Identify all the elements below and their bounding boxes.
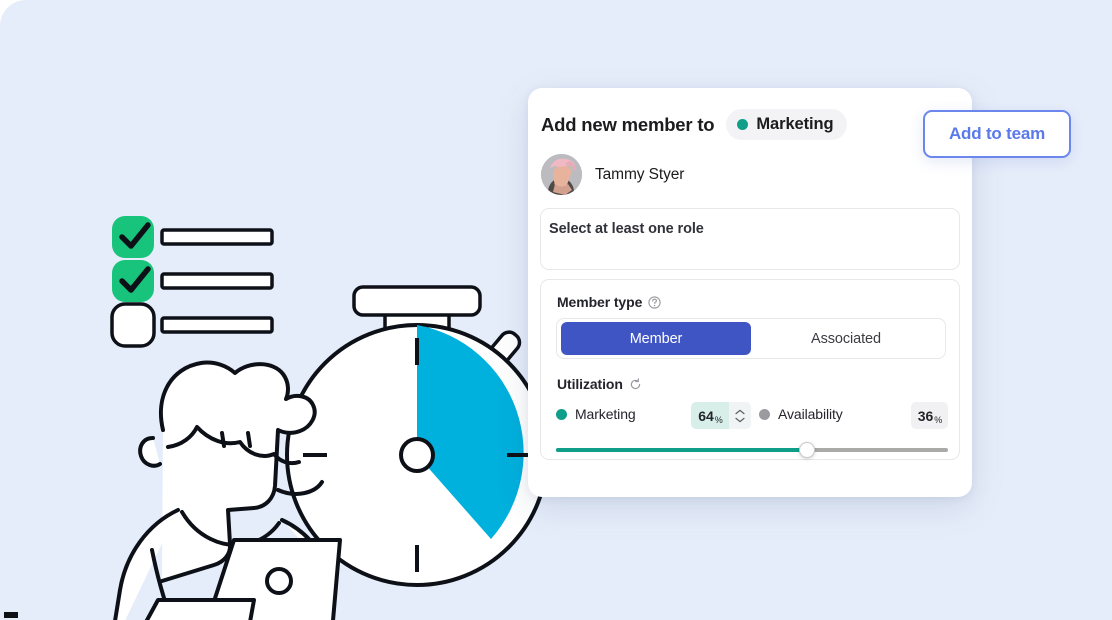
card-header: Add new member to Marketing: [541, 109, 848, 140]
role-select-panel[interactable]: Select at least one role: [540, 208, 960, 270]
team-color-dot: [737, 119, 749, 130]
member-type-label-text: Member type: [557, 294, 643, 310]
availability-value: 36%: [911, 402, 948, 429]
availability-label: Availability: [778, 406, 843, 422]
page-title: Add new member to: [541, 113, 715, 135]
stopwatch-side-button: [482, 330, 522, 372]
segment-associated[interactable]: Associated: [751, 322, 941, 355]
team-badge[interactable]: Marketing: [726, 109, 848, 140]
checklist-line-2: [160, 272, 274, 290]
member-type-segmented-control[interactable]: Member Associated: [556, 318, 946, 359]
availability-value-number: 36: [917, 407, 934, 424]
utilization-slider[interactable]: [556, 442, 948, 458]
checklist-line-1: [160, 228, 274, 246]
stopwatch-hub: [399, 437, 435, 473]
marketing-value-number: 64: [698, 407, 714, 424]
hero-illustration: [110, 216, 549, 620]
slider-knob[interactable]: [798, 442, 815, 458]
check-icon-2: [119, 266, 151, 293]
segment-member[interactable]: Member: [561, 322, 751, 355]
add-to-team-button[interactable]: Add to team: [923, 110, 1071, 158]
marketing-value-text: 64%: [698, 407, 723, 425]
selected-member-row: Tammy Styer: [541, 154, 684, 195]
member-name: Tammy Styer: [595, 165, 685, 183]
person-illustration: [113, 360, 342, 620]
checkbox-unchecked-3: [110, 302, 156, 348]
check-icon-1: [119, 222, 151, 249]
marketing-color-dot: [556, 408, 567, 420]
chevron-down-icon[interactable]: [735, 417, 745, 423]
chevron-up-icon[interactable]: [735, 409, 745, 415]
member-type-label: Member type: [557, 294, 661, 310]
availability-value-unit: %: [934, 414, 943, 425]
checkbox-checked-1: [112, 216, 154, 258]
checklist-illustration: [110, 216, 274, 348]
member-detail-panel: Member type Member Associated Utilizatio…: [540, 279, 960, 460]
stopwatch-stem: [383, 298, 451, 332]
stopwatch-crown: [352, 285, 482, 317]
utilization-item-marketing: Marketing: [556, 406, 636, 422]
avatar: [541, 154, 582, 195]
checkbox-checked-2: [112, 260, 154, 302]
utilization-item-availability: Availability: [759, 406, 843, 422]
team-name-label: Marketing: [756, 115, 834, 133]
page-background: Add new member to Marketing Add to team …: [0, 0, 1112, 620]
availability-color-dot: [759, 408, 770, 420]
reset-icon[interactable]: [629, 377, 642, 391]
utilization-row: Marketing 64% Availability 36%: [556, 402, 948, 430]
utilization-label: Utilization: [557, 376, 642, 392]
marketing-value-unit: %: [714, 414, 723, 425]
help-icon[interactable]: [648, 295, 661, 309]
marketing-label: Marketing: [575, 406, 636, 422]
slider-fill: [556, 448, 807, 452]
utilization-label-text: Utilization: [557, 376, 623, 392]
checklist-line-3: [160, 316, 274, 334]
availability-value-text: 36%: [917, 407, 943, 425]
stopwatch-face: [285, 323, 549, 587]
marketing-quantity-stepper[interactable]: [729, 402, 751, 429]
corner-mark: [4, 612, 18, 618]
add-member-card: Add new member to Marketing Add to team …: [528, 88, 1071, 497]
marketing-value[interactable]: 64%: [691, 402, 729, 429]
stopwatch-illustration: [285, 285, 549, 587]
role-placeholder-text: Select at least one role: [549, 221, 704, 237]
stopwatch-progress-wedge: [417, 325, 524, 539]
